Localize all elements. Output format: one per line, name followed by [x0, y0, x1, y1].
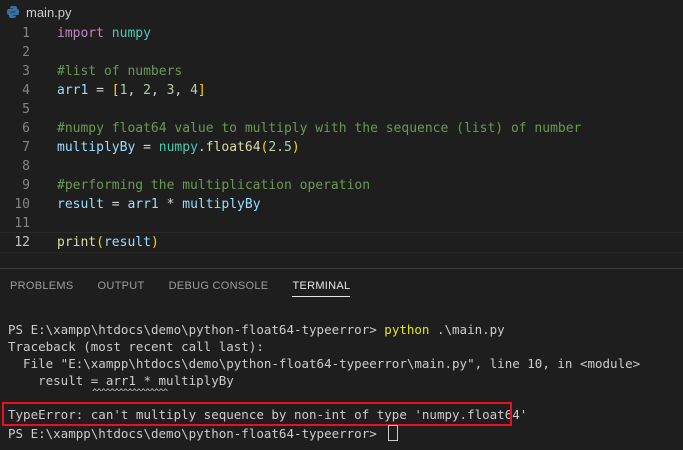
code-line-current[interactable]: 12 print(result): [0, 232, 683, 253]
code-text: arr1 = [1, 2, 3, 4]: [57, 83, 206, 98]
code-line[interactable]: 2: [0, 43, 683, 62]
code-line[interactable]: 10 result = arr1 * multiplyBy: [0, 195, 683, 214]
code-line[interactable]: 11: [0, 214, 683, 233]
code-editor[interactable]: 1 import numpy 2 3 #list of numbers 4 ar…: [0, 24, 683, 266]
terminal-prompt-line[interactable]: PS E:\xampp\htdocs\demo\python-float64-t…: [8, 424, 399, 442]
tab-label: main.py: [26, 4, 72, 20]
terminal-command-line: PS E:\xampp\htdocs\demo\python-float64-t…: [8, 320, 505, 338]
line-number: 5: [22, 102, 30, 117]
code-line[interactable]: 7 multiplyBy = numpy.float64(2.5): [0, 138, 683, 157]
terminal-command-arg: .\main.py: [429, 321, 505, 337]
code-comment: #performing the multiplication operation: [57, 178, 371, 193]
line-number: 7: [22, 140, 30, 155]
traceback-file-line: File "E:\xampp\htdocs\demo\python-float6…: [8, 355, 641, 371]
code-text: import numpy: [57, 26, 151, 41]
tab-terminal[interactable]: TERMINAL: [292, 269, 351, 303]
line-number: 4: [22, 83, 30, 98]
terminal-prompt: PS E:\xampp\htdocs\demo\python-float64-t…: [8, 425, 385, 441]
terminal-prompt: PS E:\xampp\htdocs\demo\python-float64-t…: [8, 321, 385, 337]
code-line[interactable]: 5: [0, 100, 683, 119]
code-text: print(result): [57, 235, 159, 250]
line-number: 8: [22, 159, 30, 174]
line-number: 3: [22, 64, 30, 79]
line-number: 9: [22, 178, 30, 193]
code-line[interactable]: 3 #list of numbers: [0, 62, 683, 81]
code-line[interactable]: 4 arr1 = [1, 2, 3, 4]: [0, 81, 683, 100]
tab-debug-console[interactable]: DEBUG CONSOLE: [169, 269, 269, 303]
line-number: 10: [14, 197, 30, 212]
traceback-code-line: result = arr1 * multiplyBy: [8, 372, 234, 388]
code-text: multiplyBy = numpy.float64(2.5): [57, 140, 300, 155]
terminal-cursor: [388, 425, 399, 441]
terminal-command: python: [384, 321, 430, 337]
line-number: 2: [22, 45, 30, 60]
error-highlight-box: [2, 402, 512, 426]
tab-main-py[interactable]: main.py: [0, 0, 80, 24]
tab-output[interactable]: OUTPUT: [98, 269, 145, 303]
code-line[interactable]: 1 import numpy: [0, 24, 683, 43]
python-icon: [6, 5, 20, 19]
panel-tab-bar: PROBLEMS OUTPUT DEBUG CONSOLE TERMINAL: [0, 268, 683, 303]
traceback-carets: ^^^^^^^^^^^^^^^^^: [92, 388, 168, 398]
tab-problems[interactable]: PROBLEMS: [10, 269, 74, 303]
terminal-output[interactable]: PS E:\xampp\htdocs\demo\python-float64-t…: [0, 302, 683, 450]
editor-tab-bar: main.py: [0, 0, 683, 24]
line-number: 6: [22, 121, 30, 136]
code-comment: #numpy float64 value to multiply with th…: [57, 121, 582, 136]
traceback-header: Traceback (most recent call last):: [8, 338, 264, 354]
line-number: 1: [22, 26, 30, 41]
code-comment: #list of numbers: [57, 64, 183, 79]
line-number: 12: [14, 235, 30, 250]
code-text: result = arr1 * multiplyBy: [57, 197, 261, 212]
code-line[interactable]: 6 #numpy float64 value to multiply with …: [0, 119, 683, 138]
code-line[interactable]: 8: [0, 157, 683, 176]
line-number: 11: [14, 216, 30, 231]
code-line[interactable]: 9 #performing the multiplication operati…: [0, 176, 683, 195]
